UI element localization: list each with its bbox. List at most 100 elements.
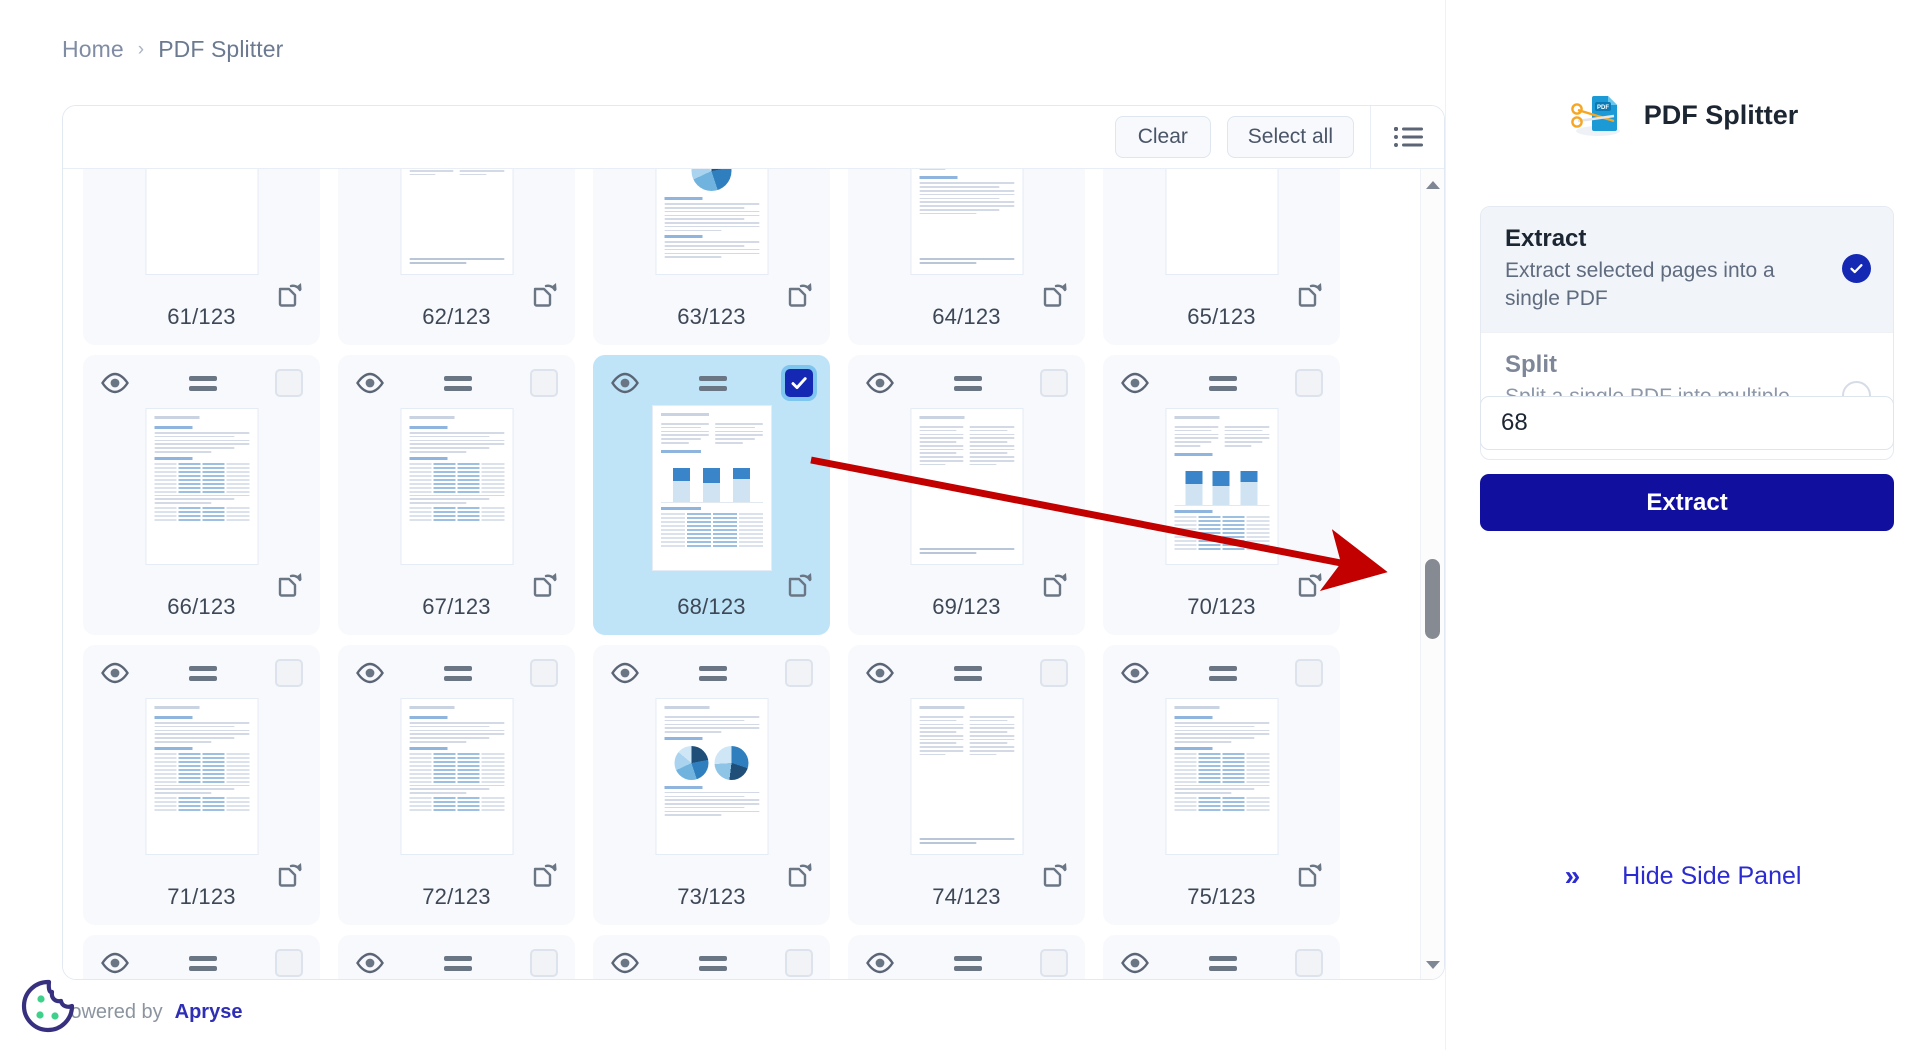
page-thumbnail-card[interactable]: 70/123 [1103,355,1340,635]
rotate-page-icon[interactable] [1296,859,1324,887]
rotate-page-icon[interactable] [786,279,814,307]
breadcrumb-home-link[interactable]: Home [62,36,124,63]
page-number-label: 66/123 [167,594,236,619]
drag-handle-icon[interactable] [895,375,1040,391]
drag-handle-icon[interactable] [385,665,530,681]
drag-handle-icon[interactable] [130,955,275,971]
select-all-button[interactable]: Select all [1226,116,1354,158]
drag-handle-icon[interactable] [640,955,785,971]
rotate-page-icon[interactable] [276,279,304,307]
thumbnails-scroll-area[interactable]: RISK MANAGEMENT 61/123 62/123 63/123 64/123 2… [63,169,1444,979]
page-checkbox[interactable] [530,369,558,397]
eye-icon[interactable] [355,948,385,978]
eye-icon[interactable] [100,948,130,978]
drag-handle-icon[interactable] [895,665,1040,681]
drag-handle-icon[interactable] [130,375,275,391]
rotate-page-icon[interactable] [531,569,559,597]
clear-button[interactable]: Clear [1114,116,1211,158]
rotate-page-icon[interactable] [1041,859,1069,887]
eye-icon[interactable] [1120,948,1150,978]
page-checkbox[interactable] [275,369,303,397]
drag-handle-icon[interactable] [640,375,785,391]
page-checkbox[interactable] [785,949,813,977]
rotate-page-icon[interactable] [1041,569,1069,597]
page-checkbox[interactable] [530,659,558,687]
page-thumbnail-card[interactable]: 75/123 [1103,645,1340,925]
page-checkbox[interactable] [1040,659,1068,687]
page-thumbnail-card[interactable]: 78/123 [593,935,830,979]
drag-handle-icon[interactable] [895,955,1040,971]
mode-option-extract[interactable]: Extract Extract selected pages into a si… [1481,207,1893,333]
rotate-page-icon[interactable] [786,569,814,597]
page-thumbnail-card[interactable]: 79/123 [848,935,1085,979]
page-thumbnail-card[interactable]: 72/123 [338,645,575,925]
page-thumbnail-card[interactable]: 69/123 [848,355,1085,635]
extract-action-button[interactable]: Extract [1480,474,1894,531]
page-checkbox[interactable] [1295,659,1323,687]
drag-handle-icon[interactable] [1150,375,1295,391]
rotate-page-icon[interactable] [1296,279,1324,307]
eye-icon[interactable] [865,658,895,688]
page-thumbnail-card[interactable]: 76/123 [83,935,320,979]
eye-icon[interactable] [355,368,385,398]
drag-handle-icon[interactable] [1150,955,1295,971]
page-checkbox[interactable] [275,659,303,687]
apryse-brand-link[interactable]: Apryse [175,1001,243,1024]
cookie-consent-button[interactable] [18,976,78,1036]
page-checkbox[interactable] [1295,369,1323,397]
rotate-page-icon[interactable] [276,859,304,887]
eye-icon[interactable] [1120,368,1150,398]
page-checkbox[interactable] [275,949,303,977]
page-thumbnail-card[interactable]: 73/123 [593,645,830,925]
footer: Powered by Apryse [57,1001,242,1024]
hide-side-panel-button[interactable]: » Hide Side Panel [1446,860,1920,892]
rotate-page-icon[interactable] [1296,569,1324,597]
page-thumbnail-card[interactable]: 64/123 [848,169,1085,345]
page-thumbnail-card[interactable]: 63/123 [593,169,830,345]
rotate-page-icon[interactable] [531,279,559,307]
eye-icon[interactable] [865,368,895,398]
eye-icon[interactable] [610,368,640,398]
eye-icon[interactable] [100,368,130,398]
eye-icon[interactable] [865,948,895,978]
page-checkbox[interactable] [1295,949,1323,977]
eye-icon[interactable] [1120,658,1150,688]
page-preview-image [910,408,1023,565]
thumbnails-scrollbar[interactable] [1420,169,1444,979]
page-checkbox[interactable] [1040,949,1068,977]
eye-icon[interactable] [610,658,640,688]
rotate-page-icon[interactable] [786,859,814,887]
page-checkbox[interactable] [530,949,558,977]
page-range-input[interactable] [1480,396,1894,450]
eye-icon[interactable] [100,658,130,688]
rotate-page-icon[interactable] [276,569,304,597]
scroll-up-arrow-icon[interactable] [1421,173,1444,197]
page-checkbox[interactable] [785,369,813,397]
rotate-page-icon[interactable] [531,859,559,887]
page-thumbnail-card[interactable]: 68/123 [593,355,830,635]
page-thumbnail-card[interactable]: 66/123 [83,355,320,635]
mode-extract-radio-selected[interactable] [1842,254,1871,284]
rotate-page-icon[interactable] [1041,279,1069,307]
page-thumbnail-card[interactable]: 74/123 [848,645,1085,925]
list-view-toggle-button[interactable] [1370,106,1444,168]
page-thumbnail-card[interactable]: RISK MANAGEMENT 61/123 [83,169,320,345]
drag-handle-icon[interactable] [385,955,530,971]
drag-handle-icon[interactable] [130,665,275,681]
page-thumbnail-card[interactable]: 71/123 [83,645,320,925]
eye-icon[interactable] [355,658,385,688]
page-preview-image [910,169,1023,275]
page-thumbnail-card[interactable]: 77/123 [338,935,575,979]
page-thumbnail-card[interactable]: 2009 FINANCIAL RESULTS 65/123 [1103,169,1340,345]
scroll-down-arrow-icon[interactable] [1421,953,1444,977]
page-thumbnail-card[interactable]: 80/123 [1103,935,1340,979]
drag-handle-icon[interactable] [1150,665,1295,681]
page-checkbox[interactable] [1040,369,1068,397]
eye-icon[interactable] [610,948,640,978]
drag-handle-icon[interactable] [385,375,530,391]
page-thumbnail-card[interactable]: 67/123 [338,355,575,635]
page-thumbnail-card[interactable]: 62/123 [338,169,575,345]
scrollbar-thumb[interactable] [1425,559,1440,639]
drag-handle-icon[interactable] [640,665,785,681]
page-checkbox[interactable] [785,659,813,687]
